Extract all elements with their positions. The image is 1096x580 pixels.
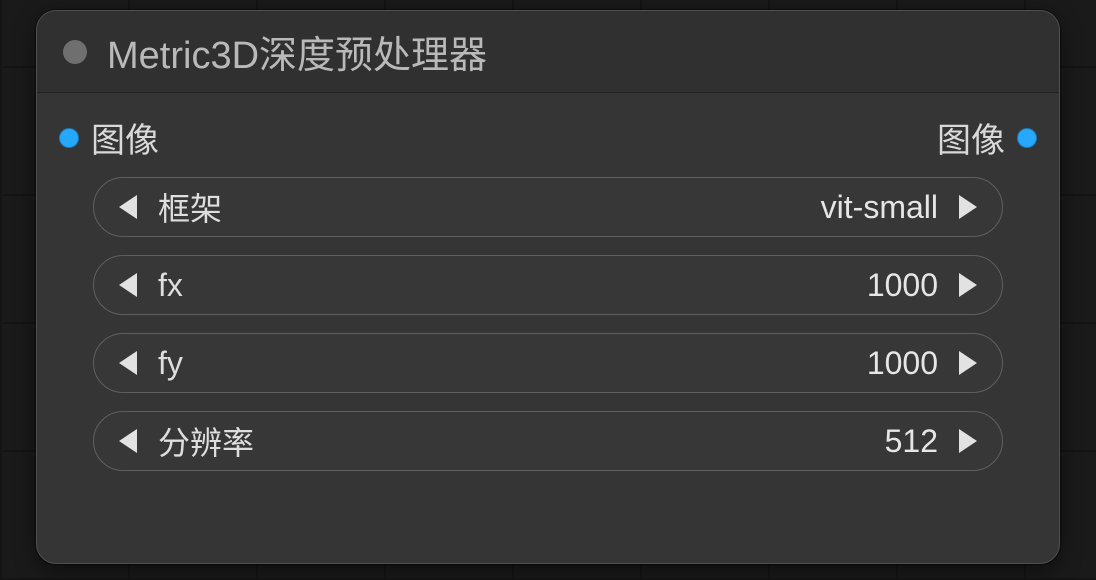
io-row: 图像 图像: [59, 113, 1037, 163]
port-dot-icon: [59, 128, 79, 148]
prev-button[interactable]: [116, 429, 140, 453]
node-header[interactable]: Metric3D深度预处理器: [37, 11, 1059, 93]
param-label: 分辨率: [158, 418, 254, 464]
triangle-left-icon: [119, 273, 137, 297]
triangle-right-icon: [959, 195, 977, 219]
param-row-resolution[interactable]: 分辨率 512: [93, 411, 1003, 471]
node-metric3d-depth-preprocessor[interactable]: Metric3D深度预处理器 图像 图像 框架 vit-small: [36, 10, 1060, 564]
input-port-image[interactable]: 图像: [59, 113, 159, 162]
param-row-backbone[interactable]: 框架 vit-small: [93, 177, 1003, 237]
param-row-fy[interactable]: fy 1000: [93, 333, 1003, 393]
param-value: 1000: [867, 267, 938, 304]
triangle-right-icon: [959, 351, 977, 375]
output-port-label: 图像: [937, 113, 1005, 162]
input-port-label: 图像: [91, 113, 159, 162]
next-button[interactable]: [956, 429, 980, 453]
triangle-left-icon: [119, 195, 137, 219]
node-body: 图像 图像 框架 vit-small fx 1000: [37, 93, 1059, 563]
triangle-right-icon: [959, 429, 977, 453]
param-value: 512: [885, 423, 938, 460]
port-dot-icon: [1017, 128, 1037, 148]
prev-button[interactable]: [116, 195, 140, 219]
triangle-right-icon: [959, 273, 977, 297]
next-button[interactable]: [956, 195, 980, 219]
param-label: fx: [158, 267, 183, 304]
next-button[interactable]: [956, 351, 980, 375]
param-value: vit-small: [821, 189, 938, 226]
output-port-image[interactable]: 图像: [937, 113, 1037, 162]
param-row-fx[interactable]: fx 1000: [93, 255, 1003, 315]
status-dot-icon: [63, 40, 87, 64]
param-value: 1000: [867, 345, 938, 382]
triangle-left-icon: [119, 429, 137, 453]
param-label: 框架: [158, 184, 222, 230]
prev-button[interactable]: [116, 273, 140, 297]
next-button[interactable]: [956, 273, 980, 297]
triangle-left-icon: [119, 351, 137, 375]
param-label: fy: [158, 345, 183, 382]
prev-button[interactable]: [116, 351, 140, 375]
param-list: 框架 vit-small fx 1000 fy 1000: [59, 177, 1037, 471]
node-title: Metric3D深度预处理器: [107, 24, 487, 79]
